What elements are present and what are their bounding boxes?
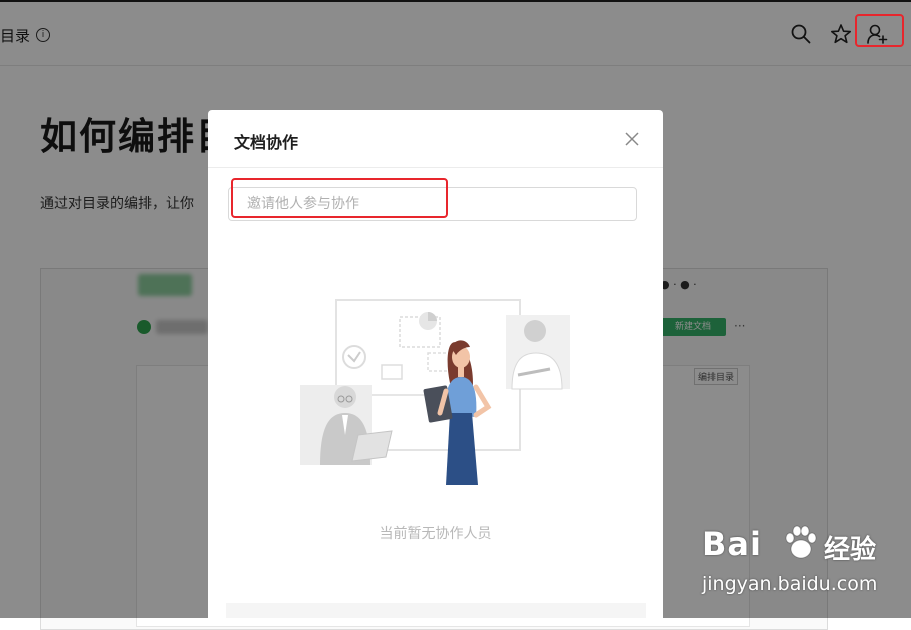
close-icon[interactable]: [625, 132, 639, 146]
highlight-add-user: [855, 14, 904, 47]
highlight-invite-input: [231, 178, 448, 218]
empty-state-text: 当前暂无协作人员: [379, 526, 492, 542]
dialog-title: 文档协作: [234, 133, 299, 152]
watermark-logo: Bai: [702, 525, 762, 563]
watermark-brand: 经验: [824, 535, 877, 565]
paw-icon: [785, 525, 817, 559]
empty-collaborators-illustration: [300, 299, 570, 485]
watermark-url: jingyan.baidu.com: [702, 573, 878, 595]
dialog-header: 文档协作: [208, 110, 663, 168]
baidu-jingyan-watermark: Bai 经验 jingyan.baidu.com: [702, 525, 907, 605]
dialog-footer: [226, 603, 646, 618]
